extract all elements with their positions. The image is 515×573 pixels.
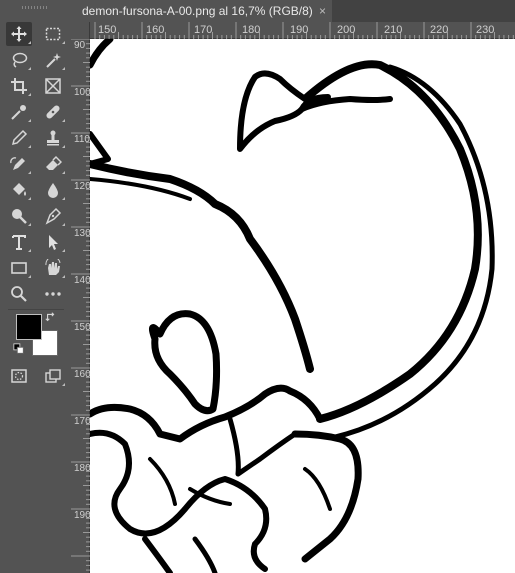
ruler-label: 190 xyxy=(74,510,91,521)
stamp-tool[interactable] xyxy=(40,126,66,150)
ruler-label: 130 xyxy=(74,228,91,239)
frame-tool-icon xyxy=(45,78,61,94)
ruler-label: 150 xyxy=(74,322,91,333)
path-selection-tool[interactable] xyxy=(40,230,66,254)
ruler-label: 160 xyxy=(146,24,165,36)
zoom-tool-icon xyxy=(11,286,27,302)
brush-tool-icon xyxy=(11,129,28,146)
ruler-label: 110 xyxy=(74,134,90,145)
default-colors-icon xyxy=(13,343,24,354)
horizontal-ruler[interactable]: 150 160 170 180 190 200 210 220 230 xyxy=(71,22,515,39)
document-tab-bar: demon-fursona-A-00.png al 16,7% (RGB/8) … xyxy=(71,0,515,22)
path-selection-tool-icon xyxy=(49,235,58,250)
ruler-label: 150 xyxy=(98,24,117,36)
pen-tool-icon xyxy=(45,207,62,225)
default-colors-button[interactable] xyxy=(12,342,26,356)
paint-bucket-tool-icon xyxy=(13,183,26,196)
rectangle-tool[interactable] xyxy=(6,256,32,280)
pen-tool[interactable] xyxy=(40,204,66,228)
ruler-origin[interactable] xyxy=(71,22,90,39)
crop-tool-icon xyxy=(11,78,27,94)
frame-tool[interactable] xyxy=(40,74,66,98)
hand-tool-icon xyxy=(45,259,61,275)
vertical-ruler[interactable]: 90 100 110 120 130 140 150 160 170 180 1… xyxy=(71,39,91,573)
dodge-tool[interactable] xyxy=(6,204,32,228)
document-canvas[interactable] xyxy=(90,39,515,573)
history-brush-tool-icon xyxy=(10,157,25,170)
quick-mask-icon xyxy=(11,369,27,383)
ruler-label: 190 xyxy=(290,24,309,36)
ruler-label: 170 xyxy=(194,24,213,36)
document-tab[interactable]: demon-fursona-A-00.png al 16,7% (RGB/8) … xyxy=(71,0,332,22)
type-tool-icon xyxy=(12,235,26,250)
stamp-tool-icon xyxy=(47,130,59,146)
rotate-view-tool[interactable] xyxy=(40,256,66,280)
type-tool[interactable] xyxy=(6,230,32,254)
ruler-label: 160 xyxy=(74,369,91,380)
marquee-tool-icon xyxy=(45,27,61,41)
tools-panel xyxy=(0,0,71,573)
move-tool-icon xyxy=(11,26,27,42)
paint-bucket-tool[interactable] xyxy=(6,178,32,202)
zoom-tool[interactable] xyxy=(6,282,32,306)
more-tools-icon xyxy=(45,292,61,296)
eraser-tool-icon xyxy=(46,155,62,170)
healing-brush-tool-icon xyxy=(46,105,60,119)
swap-arrows-icon xyxy=(45,312,55,322)
vertical-ruler-ticks xyxy=(71,39,90,571)
blur-tool-icon xyxy=(48,183,58,198)
brush-tool[interactable] xyxy=(6,126,32,150)
eraser-tool[interactable] xyxy=(40,152,66,176)
ruler-label: 90 xyxy=(74,40,86,51)
magic-wand-tool[interactable] xyxy=(40,48,66,72)
document-tab-title: demon-fursona-A-00.png al 16,7% (RGB/8) xyxy=(82,4,313,18)
eyedropper-tool[interactable] xyxy=(6,100,32,124)
move-tool[interactable] xyxy=(6,22,32,46)
magic-wand-tool-icon xyxy=(46,53,61,68)
marquee-tool[interactable] xyxy=(40,22,66,46)
swap-colors-button[interactable] xyxy=(44,310,58,324)
screen-mode-button[interactable] xyxy=(40,364,66,388)
ruler-label: 180 xyxy=(74,463,91,474)
ruler-label: 120 xyxy=(74,181,91,192)
history-brush-tool[interactable] xyxy=(6,152,32,176)
ruler-label: 170 xyxy=(74,416,91,427)
lasso-tool-icon xyxy=(12,52,28,68)
ruler-label: 100 xyxy=(74,87,91,98)
screen-mode-icon xyxy=(45,369,61,383)
artwork-line-drawing xyxy=(90,39,495,573)
ruler-label: 210 xyxy=(384,24,403,36)
blur-tool[interactable] xyxy=(40,178,66,202)
quick-mask-button[interactable] xyxy=(6,364,32,388)
healing-brush-tool[interactable] xyxy=(40,100,66,124)
panel-grip[interactable] xyxy=(22,6,48,9)
ruler-label: 220 xyxy=(430,24,449,36)
close-tab-button[interactable]: × xyxy=(319,0,326,22)
ruler-label: 230 xyxy=(476,24,495,36)
foreground-color-swatch[interactable] xyxy=(16,314,42,340)
dodge-tool-icon xyxy=(12,209,27,224)
ruler-label: 180 xyxy=(242,24,261,36)
ruler-label: 140 xyxy=(74,275,91,286)
lasso-tool[interactable] xyxy=(6,48,32,72)
eyedropper-tool-icon xyxy=(11,105,26,120)
edit-toolbar-button[interactable] xyxy=(40,282,66,306)
crop-tool[interactable] xyxy=(6,74,32,98)
ruler-label: 200 xyxy=(337,24,356,36)
rectangle-tool-icon xyxy=(11,262,27,274)
